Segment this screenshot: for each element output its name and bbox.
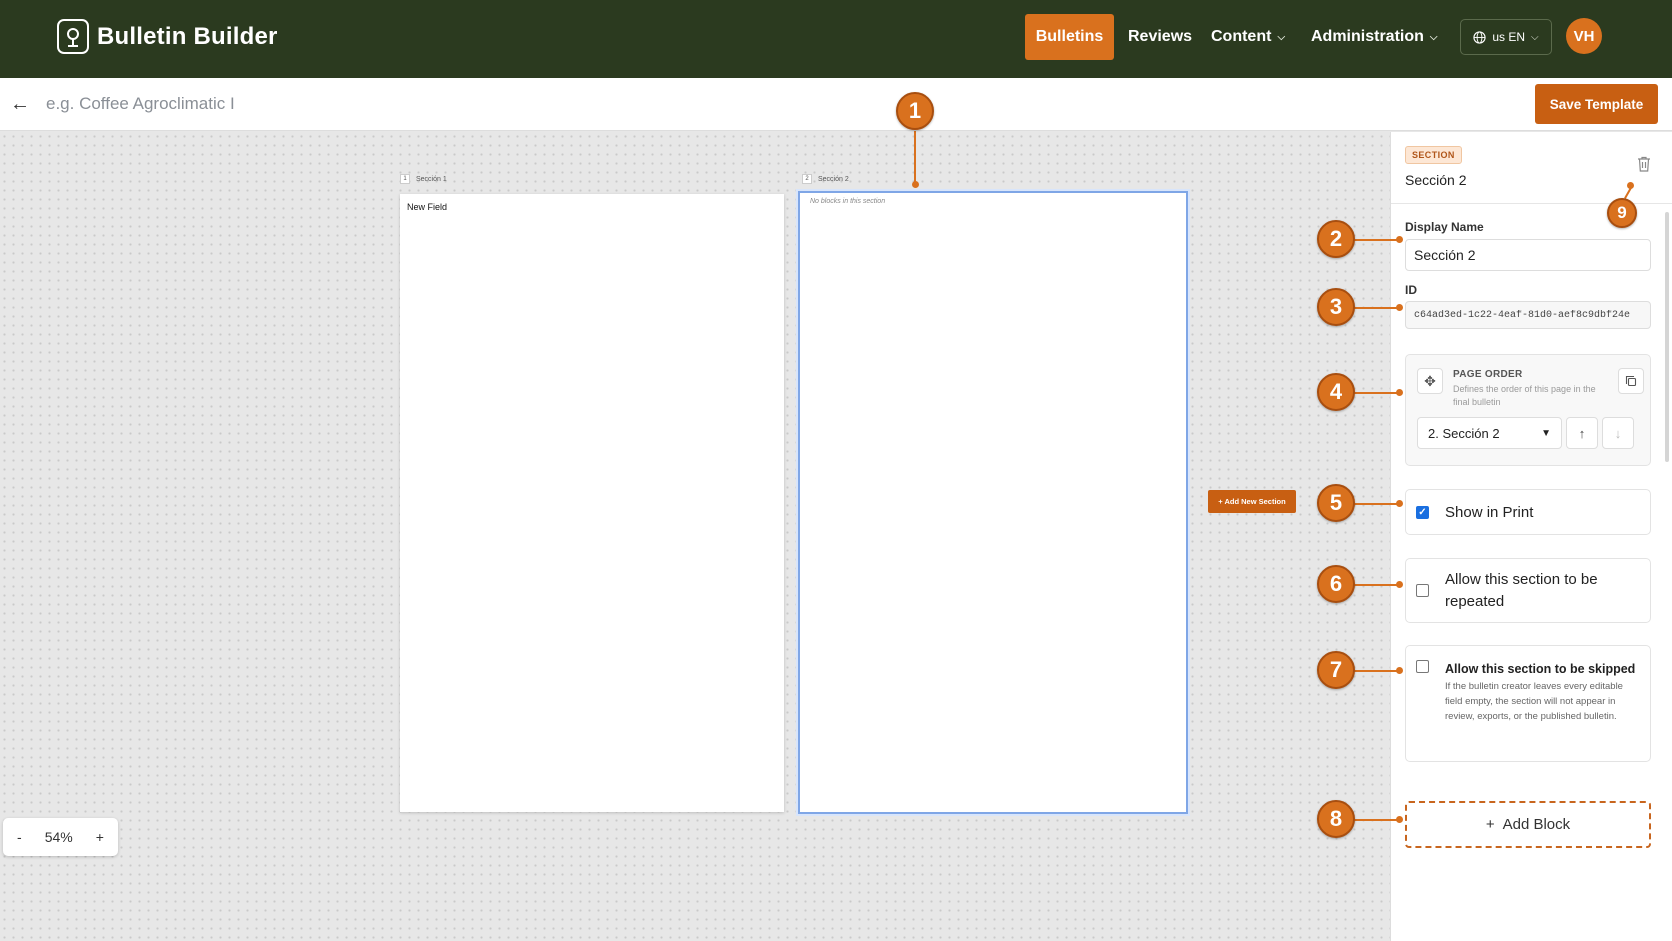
page-order-card: ✥ PAGE ORDER Defines the order of this p… (1405, 354, 1651, 466)
show-in-print-checkbox[interactable]: ✓ (1416, 505, 1429, 519)
nav-reviews-label: Reviews (1128, 28, 1193, 45)
zoom-in-button[interactable]: + (96, 829, 104, 845)
callout-1-dot (912, 181, 919, 188)
callout-8: 8 (1317, 800, 1355, 838)
section-properties-panel: SECTION Sección 2 Display Name ID ✥ PAGE… (1390, 132, 1672, 941)
callout-2: 2 (1317, 220, 1355, 258)
zoom-control: - 54% + (3, 818, 118, 856)
zoom-out-button[interactable]: - (17, 829, 22, 845)
new-field[interactable]: New Field (407, 202, 447, 212)
skip-section-label: Allow this section to be skipped (1445, 662, 1636, 676)
nav-bulletins-label: Bulletins (1035, 28, 1104, 45)
callout-5-connector (1352, 503, 1402, 505)
show-in-print-label: Show in Print (1445, 503, 1534, 521)
callout-5-dot (1396, 500, 1403, 507)
move-up-button[interactable]: ↑ (1566, 417, 1598, 449)
callout-9: 9 (1607, 198, 1637, 228)
globe-icon (1473, 30, 1486, 44)
section-2-page[interactable]: No blocks in this section (798, 191, 1188, 814)
callout-6-dot (1396, 581, 1403, 588)
show-in-print-option[interactable]: ✓ Show in Print (1405, 489, 1651, 535)
section-2-number: 2 (802, 174, 812, 184)
panel-scrollbar[interactable] (1665, 212, 1669, 462)
section-2-name: Sección 2 (818, 175, 849, 183)
nav-reviews[interactable]: Reviews (1114, 14, 1206, 60)
callout-1: 1 (896, 92, 934, 130)
page-order-select[interactable]: 2. Sección 2 ▼ (1417, 417, 1562, 449)
brand-name: Bulletin Builder (97, 22, 278, 50)
section-1-name: Sección 1 (416, 175, 447, 183)
id-label: ID (1405, 283, 1417, 297)
callout-3-connector (1352, 307, 1402, 309)
page-order-title: PAGE ORDER (1453, 369, 1523, 380)
display-name-input[interactable] (1405, 239, 1651, 271)
id-field[interactable] (1405, 301, 1651, 329)
repeat-section-option[interactable]: Allow this section to be repeated (1405, 558, 1651, 623)
page-order-description: Defines the order of this page in the fi… (1453, 384, 1596, 407)
language-label: us EN (1492, 30, 1526, 44)
language-selector[interactable]: us EN ⌵ (1460, 19, 1552, 55)
chevron-down-icon: ⌵ (1277, 31, 1286, 43)
section-1-number: 1 (400, 174, 410, 184)
move-down-button[interactable]: ↓ (1602, 417, 1634, 449)
callout-7-connector (1352, 670, 1402, 672)
callout-7-dot (1396, 667, 1403, 674)
editor-header: ← Save Template (0, 78, 1672, 131)
nav-bulletins[interactable]: Bulletins (1025, 14, 1114, 60)
top-nav-bar: Bulletin Builder Bulletins Reviews Conte… (0, 0, 1672, 78)
section-1-page[interactable]: New Field (400, 194, 784, 812)
nav-content[interactable]: Content ⌵ (1197, 14, 1299, 60)
callout-8-dot (1396, 816, 1403, 823)
repeat-section-checkbox[interactable] (1416, 584, 1429, 597)
callout-2-dot (1396, 236, 1403, 243)
panel-title: Sección 2 (1405, 172, 1467, 188)
callout-5: 5 (1317, 484, 1355, 522)
add-block-label: Add Block (1502, 816, 1571, 833)
zoom-level: 54% (44, 829, 73, 845)
trash-icon[interactable] (1637, 156, 1653, 174)
copy-icon[interactable] (1618, 368, 1644, 394)
callout-4-connector (1352, 392, 1402, 394)
callout-6: 6 (1317, 565, 1355, 603)
repeat-section-label: Allow this section to be repeated (1445, 570, 1598, 610)
callout-2-connector (1352, 239, 1402, 241)
callout-8-connector (1352, 819, 1402, 821)
callout-4-dot (1396, 389, 1403, 396)
section-1-label: 1 Sección 1 (400, 174, 447, 184)
display-name-label: Display Name (1405, 220, 1484, 234)
callout-3-dot (1396, 304, 1403, 311)
chevron-down-icon: ⌵ (1429, 31, 1438, 43)
save-template-button[interactable]: Save Template (1535, 84, 1658, 124)
page-order-selected: 2. Sección 2 (1428, 425, 1500, 441)
section-tag: SECTION (1405, 146, 1462, 164)
skip-section-body: Allow this section to be skipped If the … (1445, 660, 1640, 724)
brand[interactable]: Bulletin Builder (57, 19, 278, 54)
callout-9-dot (1627, 182, 1634, 189)
callout-7: 7 (1317, 651, 1355, 689)
skip-section-checkbox[interactable] (1416, 660, 1429, 673)
nav-administration-label: Administration (1311, 28, 1424, 45)
brand-logo-icon (57, 19, 89, 54)
add-new-section-button[interactable]: + Add New Section (1208, 490, 1296, 513)
callout-3: 3 (1317, 288, 1355, 326)
callout-6-connector (1352, 584, 1402, 586)
user-avatar[interactable]: VH (1566, 18, 1602, 54)
editor-canvas[interactable]: 1 Sección 1 New Field 2 Sección 2 No blo… (0, 132, 1390, 941)
chevron-down-icon: ▼ (1541, 427, 1551, 439)
chevron-down-icon: ⌵ (1531, 31, 1539, 43)
plus-icon: + (1485, 816, 1495, 833)
add-block-button[interactable]: + Add Block (1405, 801, 1651, 848)
skip-section-option[interactable]: Allow this section to be skipped If the … (1405, 645, 1651, 762)
template-title-input[interactable] (46, 88, 446, 120)
back-arrow-icon[interactable]: ← (8, 92, 32, 116)
nav-administration[interactable]: Administration ⌵ (1297, 14, 1451, 60)
callout-4: 4 (1317, 373, 1355, 411)
empty-section-note: No blocks in this section (810, 198, 886, 205)
callout-1-connector (914, 131, 916, 183)
move-icon[interactable]: ✥ (1417, 368, 1443, 394)
section-2-label: 2 Sección 2 (802, 174, 849, 184)
nav-content-label: Content (1211, 28, 1272, 45)
skip-section-description: If the bulletin creator leaves every edi… (1445, 681, 1623, 722)
